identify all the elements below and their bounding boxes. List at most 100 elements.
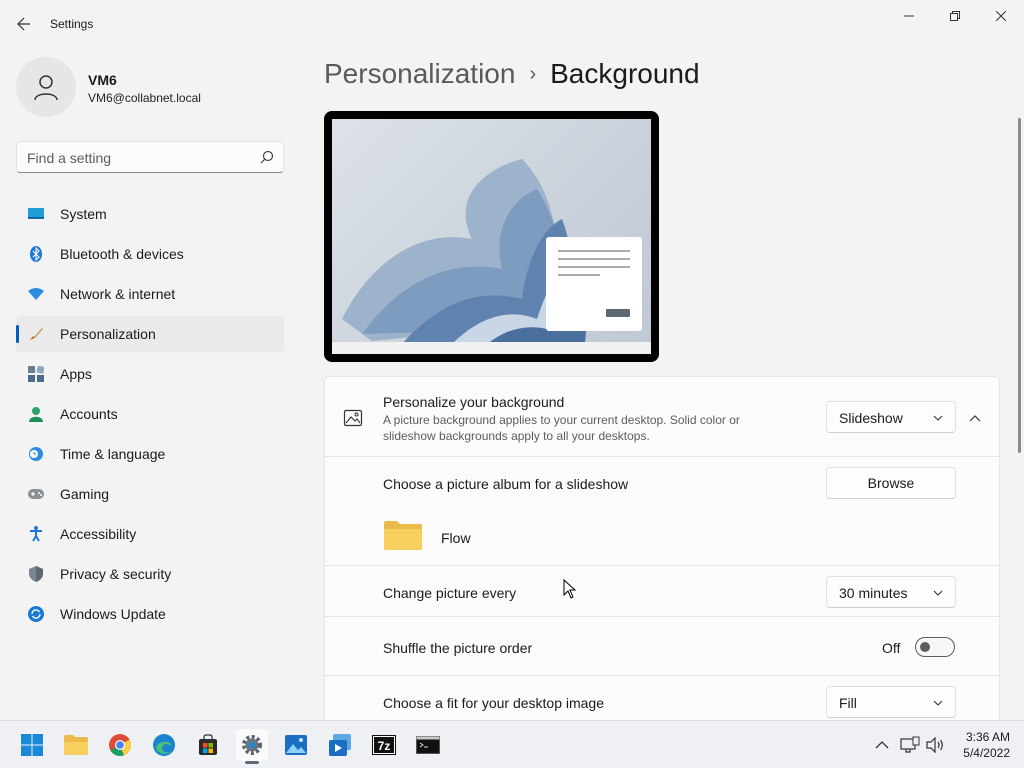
- apps-icon: [28, 366, 44, 382]
- taskbar-clock[interactable]: 3:36 AM 5/4/2022: [963, 729, 1010, 761]
- taskbar: 7z 3:36 AM 5/4/2022: [0, 720, 1024, 768]
- sidebar-item-accessibility[interactable]: Accessibility: [16, 516, 284, 552]
- taskbar-settings[interactable]: [236, 729, 268, 764]
- svg-text:7z: 7z: [378, 739, 391, 753]
- user-profile[interactable]: VM6 VM6@collabnet.local: [16, 57, 286, 117]
- chevron-up-icon: [875, 741, 889, 749]
- minimize-button[interactable]: [886, 0, 932, 32]
- fit-row: Choose a fit for your desktop image Fill: [324, 675, 1000, 721]
- network-wired-icon: [900, 736, 920, 753]
- sidebar-item-bluetooth[interactable]: Bluetooth & devices: [16, 236, 284, 272]
- time-language-icon: [28, 446, 44, 462]
- sidebar-item-accounts[interactable]: Accounts: [16, 396, 284, 432]
- clock-time: 3:36 AM: [965, 730, 1010, 744]
- browse-button[interactable]: Browse: [826, 467, 956, 499]
- picture-icon: [343, 409, 363, 427]
- change-picture-label: Change picture every: [383, 585, 517, 601]
- change-interval-dropdown[interactable]: 30 minutes: [826, 576, 956, 608]
- sidebar-item-label: Accessibility: [60, 526, 137, 542]
- start-button[interactable]: [16, 729, 48, 761]
- sidebar-item-apps[interactable]: Apps: [16, 356, 284, 392]
- sidebar-item-gaming[interactable]: Gaming: [16, 476, 284, 512]
- tray-overflow-button[interactable]: [872, 735, 892, 755]
- speaker-icon: [926, 737, 943, 753]
- sidebar-item-privacy[interactable]: Privacy & security: [16, 556, 284, 592]
- store-icon: [199, 734, 217, 755]
- settings-gear-icon: [242, 735, 262, 755]
- taskbar-chrome[interactable]: [104, 729, 136, 761]
- fit-value: Fill: [839, 695, 857, 711]
- media-player-icon: [329, 734, 351, 756]
- chevron-down-icon: [933, 590, 943, 596]
- toggle-knob: [920, 642, 930, 652]
- tray-network[interactable]: [900, 735, 920, 755]
- sidebar-item-label: Personalization: [60, 326, 156, 342]
- window-lines-graphic: [558, 250, 630, 317]
- chevron-down-icon: [933, 700, 943, 706]
- taskbar-store[interactable]: [192, 729, 224, 761]
- tray-volume[interactable]: [926, 735, 946, 755]
- taskbar-edge[interactable]: [148, 729, 180, 761]
- sidebar-item-windows-update[interactable]: Windows Update: [16, 596, 284, 632]
- sidebar-item-system[interactable]: System: [16, 196, 284, 232]
- close-button[interactable]: [978, 0, 1024, 32]
- taskbar-7zip[interactable]: 7z: [368, 729, 400, 761]
- minimize-icon: [904, 15, 914, 17]
- windows-logo-icon: [21, 734, 43, 756]
- background-type-dropdown[interactable]: Slideshow: [826, 401, 956, 433]
- chevron-down-icon: [933, 415, 943, 421]
- sidebar-item-network[interactable]: Network & internet: [16, 276, 284, 312]
- vertical-scrollbar[interactable]: [1018, 118, 1021, 453]
- bluetooth-icon: [28, 246, 44, 262]
- back-button[interactable]: [10, 10, 38, 38]
- back-arrow-icon: [17, 17, 30, 31]
- photos-icon: [285, 735, 307, 755]
- command-prompt-icon: [416, 736, 440, 754]
- breadcrumb-separator: ›: [529, 63, 537, 85]
- restore-icon: [950, 11, 960, 21]
- restore-button[interactable]: [932, 0, 978, 32]
- chrome-icon: [109, 734, 132, 757]
- search-icon: [260, 150, 274, 164]
- edge-icon: [153, 734, 175, 756]
- accounts-icon: [28, 406, 44, 422]
- shuffle-label: Shuffle the picture order: [383, 640, 533, 656]
- user-email: VM6@collabnet.local: [88, 91, 201, 105]
- title-bar: Settings: [0, 0, 1024, 48]
- wallpaper-preview: [332, 119, 651, 354]
- clock-date: 5/4/2022: [963, 746, 1010, 760]
- taskbar-photos[interactable]: [280, 729, 312, 761]
- sidebar-item-personalization[interactable]: Personalization: [16, 316, 284, 352]
- album-folder-name: Flow: [441, 530, 471, 546]
- chevron-up-icon: [969, 415, 981, 422]
- taskbar-terminal[interactable]: [412, 729, 444, 761]
- sidebar-item-time-language[interactable]: Time & language: [16, 436, 284, 472]
- search-input[interactable]: Find a setting: [16, 141, 284, 173]
- close-icon: [996, 11, 1006, 21]
- file-explorer-icon: [64, 735, 88, 755]
- person-icon: [34, 75, 58, 101]
- change-picture-row: Change picture every 30 minutes: [324, 565, 1000, 617]
- personalize-background-description: A picture background applies to your cur…: [383, 413, 740, 443]
- 7zip-icon: 7z: [372, 735, 396, 755]
- change-interval-value: 30 minutes: [839, 585, 908, 601]
- shuffle-row: Shuffle the picture order Off: [324, 616, 1000, 676]
- mouse-cursor-icon: [563, 579, 577, 599]
- shuffle-toggle[interactable]: [915, 637, 955, 657]
- collapse-section-button[interactable]: [963, 407, 987, 431]
- taskbar-media-player[interactable]: [324, 729, 356, 761]
- folder-icon: [384, 521, 422, 550]
- personalize-background-title: Personalize your background: [383, 394, 565, 410]
- taskbar-file-explorer[interactable]: [60, 729, 92, 761]
- personalization-icon: [28, 326, 44, 342]
- sidebar-item-label: Privacy & security: [60, 566, 172, 582]
- gaming-icon: [28, 486, 44, 502]
- sidebar-item-label: Bluetooth & devices: [60, 246, 184, 262]
- fit-dropdown[interactable]: Fill: [826, 686, 956, 718]
- sidebar-item-label: Network & internet: [60, 286, 176, 302]
- sidebar-nav: System Bluetooth & devices Network & int…: [16, 196, 284, 636]
- breadcrumb-parent[interactable]: Personalization: [324, 58, 515, 89]
- sidebar-item-label: System: [60, 206, 107, 222]
- windows-update-icon: [28, 606, 44, 622]
- search-placeholder: Find a setting: [27, 150, 112, 166]
